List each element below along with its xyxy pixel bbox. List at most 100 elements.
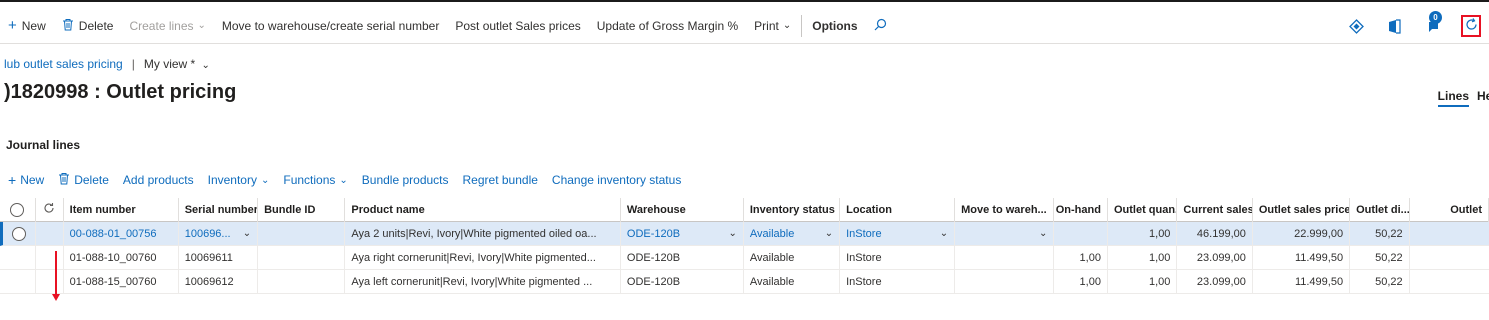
bundle-id-cell[interactable] [258,269,346,294]
bundle-id-cell[interactable] [258,245,346,270]
move-to-warehouse-dropdown[interactable]: ⌄ [955,221,1055,246]
table-row[interactable]: 00-088-01_00756 100696... ⌄ Aya 2 units|… [0,221,1489,246]
outlet-cell[interactable] [1410,222,1489,246]
header-location[interactable]: Location [840,197,956,222]
inventory-status-cell[interactable]: Available [744,245,841,270]
trash-icon [58,172,70,188]
functions-menu[interactable]: Functions ⌄ [283,173,347,187]
outlet-sales-price-cell[interactable]: 11.499,50 [1253,245,1351,270]
messages-icon[interactable]: 0 [1423,11,1442,35]
bundle-id-cell[interactable] [258,221,346,246]
row-select-cell[interactable] [0,269,36,294]
lines-action-bar: + New Delete Add products Inventory ⌄ Fu… [8,172,681,188]
regret-bundle-button[interactable]: Regret bundle [463,173,538,187]
outlet-cell[interactable] [1410,270,1489,294]
header-outlet-sales-price[interactable]: Outlet sales price [1253,197,1351,222]
header-product-name[interactable]: Product name [345,197,621,222]
header-outlet[interactable]: Outlet [1410,197,1489,222]
outlet-sales-price-cell[interactable]: 22.999,00 [1253,221,1351,246]
view-selector[interactable]: My view * ⌄ [144,57,210,71]
lines-delete-button[interactable]: Delete [58,172,109,188]
header-item-number[interactable]: Item number [64,197,179,222]
current-sales-cell[interactable]: 23.099,00 [1177,269,1253,294]
outlet-quantity-cell[interactable]: 1,00 [1108,221,1178,246]
select-all-radio[interactable] [10,202,25,217]
power-apps-icon[interactable] [1347,17,1365,35]
outlet-quantity-cell[interactable]: 1,00 [1108,269,1178,294]
move-to-warehouse-cell[interactable] [955,245,1055,270]
outlet-discount-cell[interactable]: 50,22 [1350,269,1410,294]
print-menu[interactable]: Print ⌄ [746,8,799,44]
product-name-cell[interactable]: Aya left cornerunit|Revi, Ivory|White pi… [345,269,621,294]
table-row[interactable]: 01-088-15_00760 10069612 Aya left corner… [0,269,1489,294]
move-to-warehouse-button[interactable]: Move to warehouse/create serial number [214,8,447,44]
outlet-discount-cell[interactable]: 50,22 [1350,245,1410,270]
table-row[interactable]: 01-088-10_00760 10069611 Aya right corne… [0,245,1489,270]
change-inventory-status-button[interactable]: Change inventory status [552,173,681,187]
refresh-column-cell [36,197,64,222]
page-title: )1820998 : Outlet pricing [4,81,237,103]
new-button[interactable]: + New [0,8,54,44]
header-warehouse[interactable]: Warehouse [621,197,744,222]
serial-number-cell[interactable]: 10069612 [179,269,259,294]
warehouse-cell[interactable]: ODE-120B [621,269,744,294]
item-number-cell[interactable]: 00-088-01_00756 [64,221,179,246]
on-hand-cell[interactable]: 1,00 [1054,245,1108,270]
serial-number-dropdown[interactable]: 100696... ⌄ [179,221,259,246]
breadcrumb-link[interactable]: lub outlet sales pricing [4,57,123,71]
location-cell[interactable]: InStore [840,269,956,294]
chevron-down-icon: ⌄ [201,60,210,71]
options-label: Options [812,18,858,33]
inventory-status-dropdown[interactable]: Available ⌄ [744,221,841,246]
tab-lines[interactable]: Lines [1437,89,1469,107]
create-lines-menu[interactable]: Create lines ⌄ [121,8,213,44]
location-dropdown[interactable]: InStore ⌄ [840,221,956,246]
select-all-cell[interactable] [0,197,36,222]
header-outlet-quantity[interactable]: Outlet quan... [1108,197,1178,222]
current-sales-cell[interactable]: 23.099,00 [1177,245,1253,270]
row-select-cell[interactable] [0,245,36,270]
item-number-cell[interactable]: 01-088-15_00760 [64,269,179,294]
search-button[interactable] [866,8,895,44]
item-number-cell[interactable]: 01-088-10_00760 [64,245,179,270]
outlet-quantity-cell[interactable]: 1,00 [1108,245,1178,270]
on-hand-cell[interactable]: 1,00 [1054,269,1108,294]
inventory-menu[interactable]: Inventory ⌄ [208,173,270,187]
on-hand-cell[interactable] [1054,221,1108,246]
warehouse-cell[interactable]: ODE-120B [621,245,744,270]
lines-new-button[interactable]: + New [8,172,44,188]
outlet-cell[interactable] [1410,246,1489,270]
warehouse-dropdown[interactable]: ODE-120B ⌄ [621,221,744,246]
post-outlet-prices-button[interactable]: Post outlet Sales prices [447,8,588,44]
row-select-cell[interactable] [3,221,36,246]
row-select-radio[interactable] [11,226,26,241]
outlet-sales-price-cell[interactable]: 11.499,50 [1253,269,1351,294]
plus-icon: + [8,17,17,34]
bundle-products-button[interactable]: Bundle products [362,173,449,187]
journal-lines-grid: Item number Serial number Bundle ID Prod… [0,197,1489,294]
add-products-button[interactable]: Add products [123,173,194,187]
header-bundle-id[interactable]: Bundle ID [258,197,346,222]
header-inventory-status[interactable]: Inventory status [744,197,841,222]
office-icon[interactable] [1385,17,1403,35]
refresh-button[interactable] [1461,15,1481,37]
location-cell[interactable]: InStore [840,245,956,270]
product-name-cell[interactable]: Aya 2 units|Revi, Ivory|White pigmented … [345,221,621,246]
outlet-discount-cell[interactable]: 50,22 [1350,221,1410,246]
header-on-hand[interactable]: On-hand [1054,197,1108,222]
header-move-to-warehouse[interactable]: Move to wareh... [955,197,1055,222]
options-tab[interactable]: Options [804,8,865,44]
inventory-status-cell[interactable]: Available [744,269,841,294]
notification-badge: 0 [1429,11,1442,24]
delete-button[interactable]: Delete [54,8,122,44]
tab-header[interactable]: He [1477,89,1489,107]
header-serial-number[interactable]: Serial number [179,197,259,222]
current-sales-cell[interactable]: 46.199,00 [1177,221,1253,246]
move-to-warehouse-cell[interactable] [955,269,1055,294]
chevron-down-icon: ⌄ [782,20,792,31]
product-name-cell[interactable]: Aya right cornerunit|Revi, Ivory|White p… [345,245,621,270]
header-outlet-discount[interactable]: Outlet di... [1350,197,1410,222]
serial-number-cell[interactable]: 10069611 [179,245,259,270]
header-current-sales[interactable]: Current sales... [1177,197,1253,222]
update-gross-margin-button[interactable]: Update of Gross Margin % [589,8,746,44]
